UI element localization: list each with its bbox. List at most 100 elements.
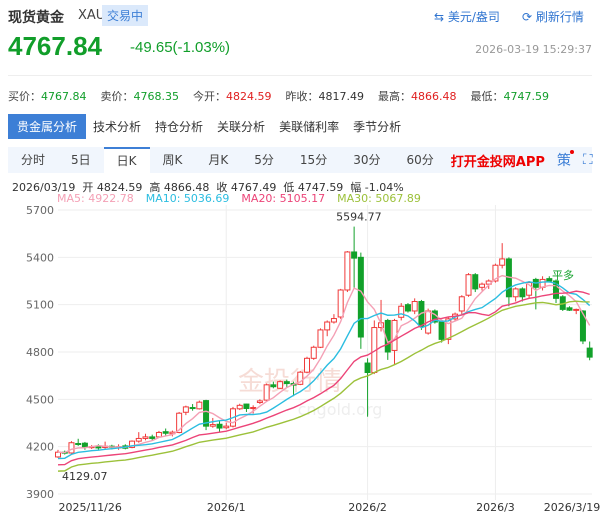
candle [263,383,270,401]
candle [203,399,210,431]
y-tick-label: 5700 [26,204,54,217]
instrument-title: 现货黄金 [8,10,64,26]
refresh-icon: ⟳ [522,10,533,24]
stat-label: 昨收： [285,90,319,103]
refresh-link[interactable]: ⟳ 刷新行情 [522,8,584,25]
unit-label: 美元/盎司 [447,10,500,24]
candle [162,428,169,436]
candle [324,320,331,337]
open-app-link[interactable]: 打开金投网APP [451,151,545,170]
candle [573,308,580,315]
candle [182,405,189,416]
min-price-label: 4129.07 [62,470,108,483]
stat-label: 最高： [378,90,411,103]
candle [243,403,250,412]
candle [209,417,216,428]
candle [55,449,61,458]
candle [304,356,311,374]
candle [310,345,317,360]
unit-switch-link[interactable]: ⇆ 美元/盎司 [434,8,500,25]
candle [499,243,506,269]
candle [277,380,284,390]
period-tab[interactable]: 60分 [393,147,446,173]
signal-label: 平多 [552,268,574,282]
candle [236,403,243,411]
stat-value: 4824.59 [226,90,272,103]
candle [344,251,351,293]
tab-item[interactable]: 季节分析 [346,114,408,139]
candle [68,441,75,454]
notification-dot [569,150,574,154]
period-tab[interactable]: 5日 [58,147,104,173]
y-tick-label: 3900 [26,488,54,501]
candle [142,433,149,441]
candle [317,328,324,349]
y-tick-label: 5400 [26,251,54,264]
stat-value: 4817.49 [318,90,365,103]
ma5-line [57,274,591,454]
candle [330,314,337,324]
stat-value: 4767.84 [41,90,87,103]
candle [505,257,512,307]
candle [465,273,472,297]
candle [398,303,405,321]
price-change: -49.65(-1.03%) [130,39,231,56]
candle [216,421,223,432]
candle [256,399,263,405]
strategy-icon[interactable]: 策 [557,150,574,170]
x-tick-label: 2025/11/26 [58,501,121,513]
x-tick-label: 2026/3/19 [544,501,600,513]
stat-item: 最高：4866.48 [378,88,457,104]
candle [566,306,573,311]
stat-label: 最低： [470,90,504,103]
candle [357,252,364,349]
candle [586,341,593,361]
stat-item: 昨收：4817.49 [286,88,365,104]
tab-item[interactable]: 持仓分析 [148,114,210,139]
current-price: 4767.84 [8,31,102,61]
period-tab[interactable]: 15分 [287,147,340,173]
period-tab[interactable]: 分时 [8,147,58,173]
period-tab[interactable]: 日K [103,147,150,173]
candle [196,400,203,410]
candle [102,441,109,450]
stat-item: 最低：4747.59 [471,88,550,104]
candle [579,310,586,345]
candle [75,438,82,446]
tab-item[interactable]: 关联分析 [210,114,272,139]
candle [472,273,479,293]
candle [189,404,196,411]
divider [8,75,592,76]
candle [351,226,358,289]
tab-item[interactable]: 美联储利率 [272,114,346,139]
candle [458,295,465,315]
watermark-url: cngold.org [298,400,383,419]
candle [371,320,378,375]
stat-value: 4747.59 [503,90,550,103]
tab-item[interactable]: 贵金属分析 [8,114,87,139]
stat-value: 4866.48 [411,90,457,103]
quote-stats: 买价：4767.84 卖价：4768.35 今开：4824.59 昨收：4817.49… [8,88,549,104]
kline-chart[interactable]: 金投行情 cngold.org 3900 4200 4500 4800 5100 5400 57… [0,200,600,513]
period-tab[interactable]: 5分 [241,147,287,173]
candle [223,422,230,430]
candle [438,320,445,343]
stat-label: 今开： [193,90,226,103]
period-tab[interactable]: 月K [195,147,241,173]
y-tick-label: 4800 [26,346,54,359]
stat-item: 卖价：4768.35 [101,88,180,104]
x-tick-label: 2026/2 [348,501,387,513]
candle [411,298,418,315]
stat-label: 卖价： [100,90,134,103]
stat-value: 4768.35 [133,90,180,103]
fullscreen-icon[interactable]: ⛶ [583,152,593,168]
candle [337,288,344,319]
tab-item[interactable]: 技术分析 [86,114,148,139]
y-tick-label: 5100 [26,299,54,312]
refresh-label: 刷新行情 [535,10,584,24]
candle [129,440,136,449]
y-tick-label: 4500 [26,393,54,406]
trading-status-badge: 交易中 [102,5,149,26]
period-tab[interactable]: 30分 [340,147,393,173]
period-tab[interactable]: 周K [150,147,196,173]
